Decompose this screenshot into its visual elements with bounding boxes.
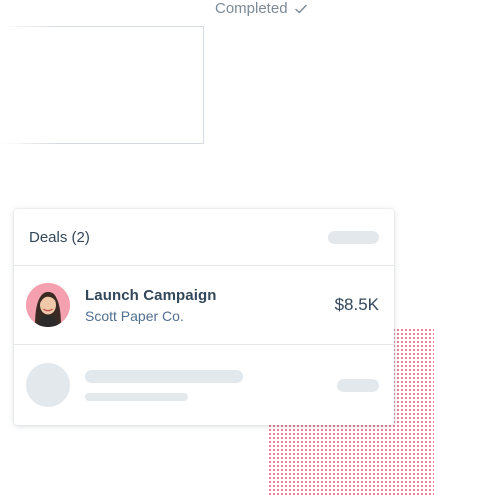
contact-avatar xyxy=(26,283,70,327)
header-action-placeholder xyxy=(328,230,379,244)
avatar-placeholder xyxy=(26,363,70,407)
deal-row-loading xyxy=(14,345,394,425)
title-placeholder xyxy=(85,369,243,383)
deal-name[interactable]: Launch Campaign xyxy=(85,287,335,304)
deal-company: Scott Paper Co. xyxy=(85,307,184,324)
amount-placeholder xyxy=(337,378,379,392)
deal-row[interactable]: Launch Campaign Scott Paper Co. $8.5K xyxy=(14,266,394,345)
placeholder-panel-fade xyxy=(0,26,60,144)
deal-info: Launch Campaign Scott Paper Co. xyxy=(85,287,335,324)
deals-card-header: Deals (2) xyxy=(14,209,394,266)
subtitle-placeholder xyxy=(85,392,188,401)
deals-card-title: Deals (2) xyxy=(29,228,90,246)
completed-status: Completed xyxy=(215,0,308,17)
checkmark-icon xyxy=(294,4,307,13)
person-avatar-icon xyxy=(26,283,70,327)
deal-amount: $8.5K xyxy=(334,295,379,314)
deals-card: Deals (2) Launch Campaign Scott Paper Co… xyxy=(14,209,394,425)
text-placeholder xyxy=(85,369,337,401)
status-label: Completed xyxy=(215,0,288,17)
